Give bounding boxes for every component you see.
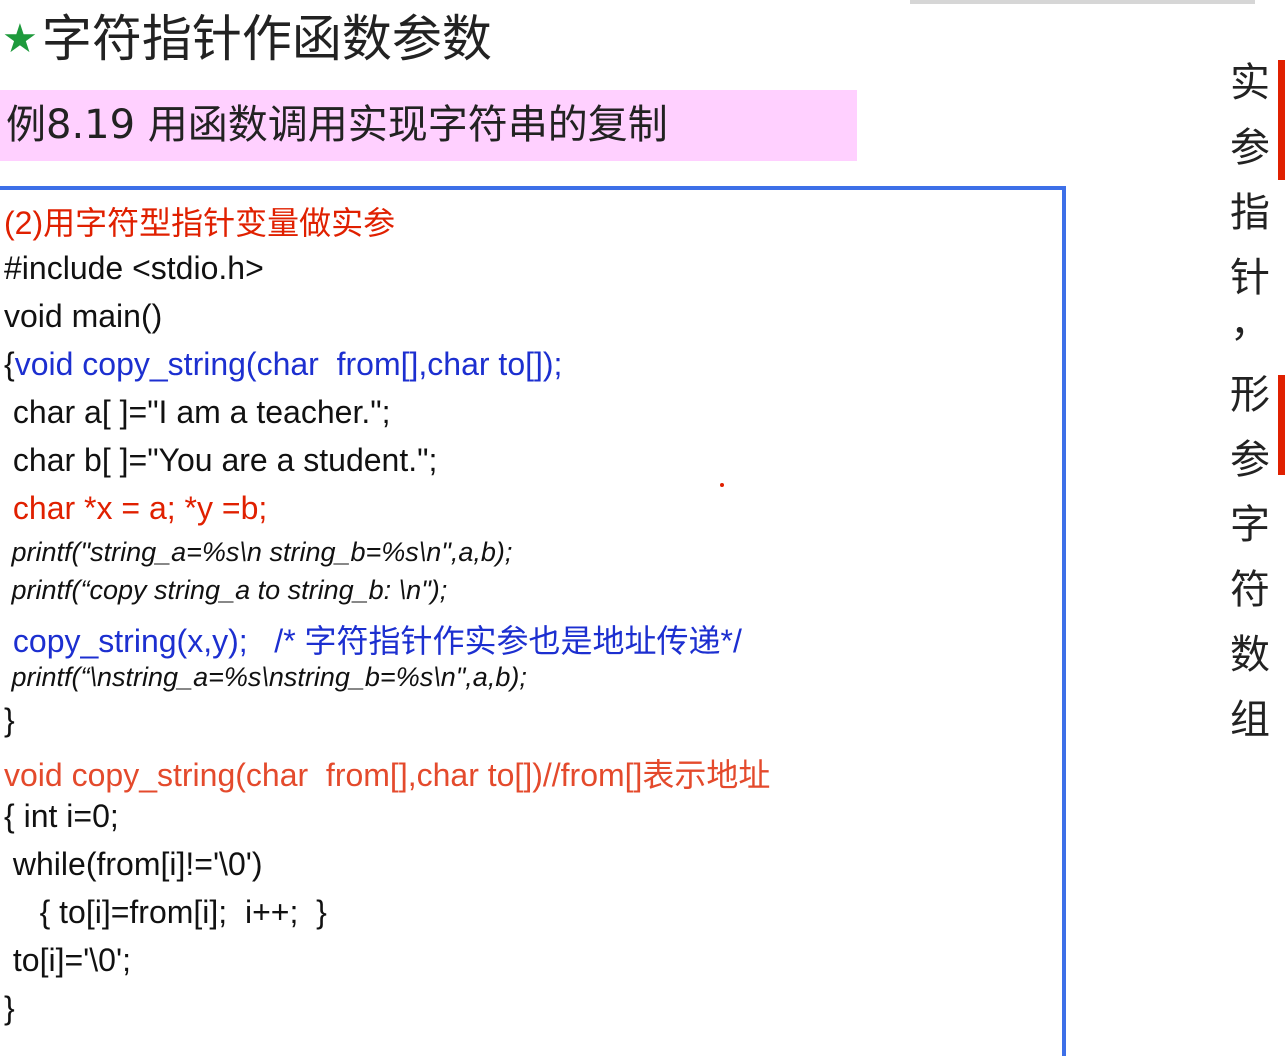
code-declaration-line: {void copy_string(char from[],char to[])… <box>4 346 562 383</box>
code-heading: (2)用字符型指针变量做实参 <box>4 205 396 241</box>
code-call-line: copy_string(x,y); /* 字符指针作实参也是地址传递*/ <box>4 623 742 659</box>
slide-title: ★字符指针作函数参数 <box>2 6 492 72</box>
side-note-char: 指 <box>1230 190 1270 236</box>
code-pointer-line: char *x = a; *y =b; <box>4 490 268 526</box>
code-printf-3: printf(“\nstring_a=%s\nstring_b=%s\n",a,… <box>4 662 527 692</box>
code-terminate: to[i]='\0'; <box>4 942 131 978</box>
side-note-char: 实 <box>1230 60 1270 106</box>
star-icon: ★ <box>2 16 38 62</box>
code-while: while(from[i]!='\0') <box>4 846 263 882</box>
side-note-char: 符 <box>1230 567 1270 613</box>
side-note-char: 形 <box>1230 372 1270 418</box>
side-note-char: 字 <box>1230 502 1270 548</box>
code-brace: { <box>4 346 15 382</box>
code-include: #include <stdio.h> <box>4 250 264 286</box>
code-function-signature: void copy_string(char from[],char to[])/… <box>4 757 771 793</box>
top-edge-bar <box>910 0 1255 4</box>
side-note-char: 组 <box>1230 697 1270 743</box>
code-loop-body: { to[i]=from[i]; i++; } <box>4 894 327 930</box>
code-main-signature: void main() <box>4 298 163 334</box>
side-note-char: 参 <box>1230 437 1270 483</box>
code-function-open: { int i=0; <box>4 798 119 834</box>
side-red-bar <box>1278 60 1285 180</box>
side-note-char: 参 <box>1230 125 1270 171</box>
slide-title-text: 字符指针作函数参数 <box>41 10 492 68</box>
side-note-char: 数 <box>1230 632 1270 678</box>
code-printf-1: printf("string_a=%s\n string_b=%s\n",a,b… <box>4 537 513 567</box>
code-line-b: char b[ ]="You are a student."; <box>4 442 438 478</box>
code-declaration: void copy_string(char from[],char to[]); <box>14 346 563 382</box>
code-printf-2: printf(“copy string_a to string_b: \n"); <box>4 575 448 605</box>
code-close-main: } <box>4 702 15 738</box>
side-note-char: ， <box>1230 300 1270 346</box>
stray-dot <box>720 483 724 487</box>
code-close-function: } <box>4 990 15 1026</box>
side-red-bar <box>1278 375 1285 475</box>
example-subtitle: 例8.19 用函数调用实现字符串的复制 <box>0 90 857 161</box>
code-line-a: char a[ ]="I am a teacher."; <box>4 394 391 430</box>
